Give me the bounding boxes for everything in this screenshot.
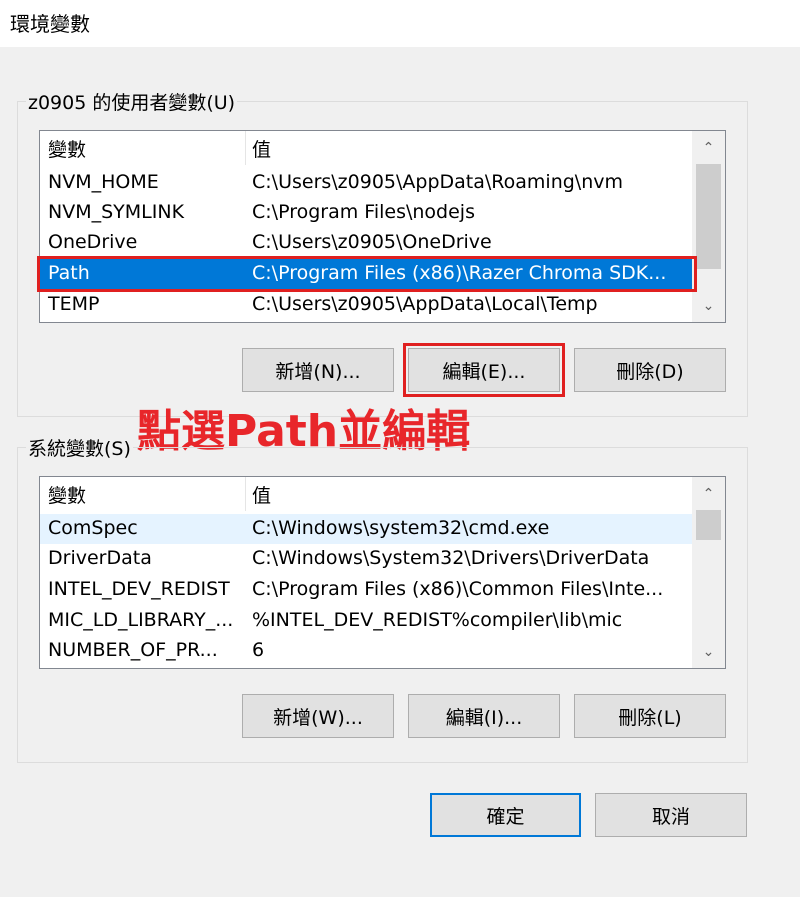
system-edit-button[interactable]: 編輯(I)...: [408, 694, 560, 738]
row-value: C:\Program Files (x86)\Razer Chroma SDK.…: [252, 262, 667, 284]
row-value: C:\Users\z0905\OneDrive: [252, 231, 492, 253]
list-row-comspec[interactable]: ComSpec C:\Windows\system32\cmd.exe: [40, 514, 694, 544]
row-value: C:\Windows\system32\cmd.exe: [252, 517, 550, 539]
vertical-scrollbar[interactable]: ⌃ ⌄: [692, 131, 725, 322]
row-name: TEMP: [48, 293, 100, 315]
list-row-number-of-processors[interactable]: NUMBER_OF_PR... 6: [40, 636, 694, 666]
column-header-value[interactable]: 值: [252, 481, 271, 508]
row-name: MIC_LD_LIBRARY_...: [48, 609, 234, 631]
column-header-value[interactable]: 值: [252, 135, 271, 162]
column-separator[interactable]: [245, 131, 246, 165]
row-value: 6: [252, 639, 265, 661]
row-name: OneDrive: [48, 231, 138, 253]
scrollbar-thumb[interactable]: [696, 510, 721, 540]
scroll-down-icon[interactable]: ⌄: [692, 637, 725, 667]
row-name: INTEL_DEV_REDIST: [48, 578, 230, 600]
row-name: ComSpec: [48, 517, 138, 539]
list-row-onedrive[interactable]: OneDrive C:\Users\z0905\OneDrive: [40, 228, 694, 258]
list-row-temp[interactable]: TEMP C:\Users\z0905\AppData\Local\Temp: [40, 290, 694, 320]
cancel-button[interactable]: 取消: [595, 793, 747, 837]
row-name: Path: [48, 262, 90, 284]
list-row-nvm-symlink[interactable]: NVM_SYMLINK C:\Program Files\nodejs: [40, 198, 694, 228]
scroll-up-icon[interactable]: ⌃: [692, 479, 725, 509]
ok-button[interactable]: 確定: [430, 793, 581, 837]
list-row-driverdata[interactable]: DriverData C:\Windows\System32\Drivers\D…: [40, 544, 694, 574]
list-header: 變數 值: [40, 477, 694, 511]
scrollbar-thumb[interactable]: [696, 164, 721, 269]
row-value: C:\Users\z0905\AppData\Roaming\nvm: [252, 171, 623, 193]
list-row-mic-ld-library[interactable]: MIC_LD_LIBRARY_... %INTEL_DEV_REDIST%com…: [40, 606, 694, 636]
user-delete-button[interactable]: 刪除(D): [574, 348, 726, 392]
column-header-name[interactable]: 變數: [48, 481, 86, 508]
list-row-intel-dev-redist[interactable]: INTEL_DEV_REDIST C:\Program Files (x86)\…: [40, 575, 694, 605]
row-name: NVM_HOME: [48, 171, 159, 193]
row-value: %INTEL_DEV_REDIST%compiler\lib\mic: [252, 609, 623, 631]
scroll-up-icon[interactable]: ⌃: [692, 133, 725, 163]
vertical-scrollbar[interactable]: ⌃ ⌄: [692, 477, 725, 668]
list-row-path[interactable]: Path C:\Program Files (x86)\Razer Chroma…: [40, 259, 694, 289]
column-separator[interactable]: [245, 477, 246, 511]
row-value: C:\Users\z0905\AppData\Local\Temp: [252, 293, 598, 315]
row-name: NUMBER_OF_PR...: [48, 639, 218, 661]
list-row-nvm-home[interactable]: NVM_HOME C:\Users\z0905\AppData\Roaming\…: [40, 168, 694, 198]
row-name: NVM_SYMLINK: [48, 201, 185, 223]
title-bar: 環境變數: [0, 0, 800, 47]
column-header-name[interactable]: 變數: [48, 135, 86, 162]
user-variables-label: z0905 的使用者變數(U): [26, 88, 238, 115]
user-variables-list[interactable]: 變數 值 NVM_HOME C:\Users\z0905\AppData\Roa…: [39, 130, 726, 323]
system-new-button[interactable]: 新增(W)...: [242, 694, 394, 738]
scroll-down-icon[interactable]: ⌄: [692, 291, 725, 321]
row-value: C:\Windows\System32\Drivers\DriverData: [252, 547, 650, 569]
row-value: C:\Program Files (x86)\Common Files\Inte…: [252, 578, 664, 600]
system-variables-label: 系統變數(S): [26, 434, 133, 461]
list-header: 變數 值: [40, 131, 694, 165]
user-new-button[interactable]: 新增(N)...: [242, 348, 394, 392]
user-edit-button[interactable]: 編輯(E)...: [408, 348, 560, 392]
system-variables-list[interactable]: 變數 值 ComSpec C:\Windows\system32\cmd.exe…: [39, 476, 726, 669]
window-title: 環境變數: [10, 12, 90, 36]
row-value: C:\Program Files\nodejs: [252, 201, 475, 223]
system-delete-button[interactable]: 刪除(L): [574, 694, 726, 738]
row-name: DriverData: [48, 547, 152, 569]
